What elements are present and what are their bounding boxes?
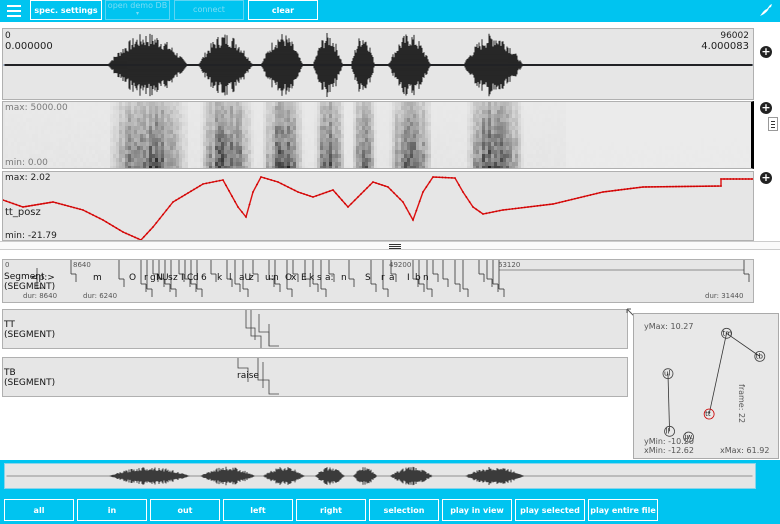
spec-settings-button[interactable]: spec. settings [30, 0, 102, 20]
tb-item-label[interactable]: raise [237, 371, 259, 381]
segment-duration: dur: 31440 [705, 292, 744, 300]
segment-item-label[interactable]: k [217, 273, 222, 283]
track-name-label: tt_posz [5, 207, 41, 218]
top-menu-bar: spec. settings open demo DB ▾ connect cl… [0, 0, 780, 22]
waveform-display[interactable] [3, 29, 754, 100]
time-start-label: 0.000000 [5, 41, 53, 52]
chevron-down-icon: ▾ [135, 10, 139, 17]
tb-level-name: TB [4, 368, 16, 378]
zoom-out-button[interactable]: out [150, 499, 220, 521]
drag-handle-icon[interactable] [389, 244, 401, 249]
emu-webapp: spec. settings open demo DB ▾ connect cl… [0, 0, 780, 524]
segment-level-panel[interactable]: Segment (SEGMENT) 0 8640 49200 63120 dur… [2, 259, 754, 303]
sample-start-label: 0 [5, 31, 11, 41]
segment-item-label[interactable]: m [93, 273, 102, 283]
time-end-label: 4.000083 [701, 41, 749, 52]
ema-sensor-label: tt [705, 410, 711, 418]
overview-waveform-display[interactable] [5, 464, 755, 488]
segment-tick: 8640 [73, 261, 91, 269]
segment-duration: dur: 6240 [83, 292, 118, 300]
segment-item-label[interactable]: 6 [201, 273, 207, 283]
segment-item-label[interactable]: a: [325, 273, 334, 283]
overview-waveform[interactable] [4, 463, 756, 489]
scroll-right-button[interactable]: right [296, 499, 366, 521]
spectrogram-display[interactable] [3, 102, 754, 169]
segment-item-label[interactable]: a [389, 273, 395, 283]
segment-item-label[interactable]: l [229, 273, 232, 283]
hamburger-menu-icon[interactable] [4, 0, 24, 20]
zoom-in-button[interactable]: in [77, 499, 147, 521]
play-entire-file-button[interactable]: play entire file [588, 499, 658, 521]
tt-level-panel[interactable]: TT (SEGMENT) [2, 309, 628, 349]
ema-sensor-label: ll [666, 427, 670, 435]
segment-item-label[interactable]: S [365, 273, 371, 283]
ema-sensor-label: tm [723, 329, 733, 337]
tt-posz-curve[interactable] [3, 172, 754, 241]
segment-item-label[interactable]: I [181, 273, 184, 283]
segment-item-label[interactable]: <p:> [31, 273, 55, 283]
segment-item-label[interactable]: z [249, 273, 254, 283]
ema-ymax-label: yMax: 10.27 [644, 322, 694, 331]
segment-item-label[interactable]: O [129, 273, 136, 283]
segment-tick: 49200 [389, 261, 412, 269]
spectrogram-max-label: max: 5000.00 [5, 103, 68, 113]
ema-xmax-label: xMax: 61.92 [720, 446, 770, 455]
track-min-label: min: -21.79 [5, 231, 57, 241]
track-max-label: max: 2.02 [5, 173, 51, 183]
segment-item-label[interactable]: I [407, 273, 410, 283]
segment-item-label[interactable]: n [273, 273, 279, 283]
ema-sensor-label: ul [664, 370, 670, 378]
open-demo-db-button[interactable]: open demo DB ▾ [105, 0, 170, 20]
tt-level-type: (SEGMENT) [4, 330, 56, 340]
segment-duration: dur: 8640 [23, 292, 58, 300]
spectrogram-panel[interactable]: max: 5000.00 min: 0.00 [2, 101, 754, 169]
bottom-menu-bar: all in out left right selection play in … [0, 460, 780, 524]
tt-level-name: TT [4, 320, 15, 330]
segment-level-type: (SEGMENT) [4, 282, 56, 292]
connect-button[interactable]: connect [174, 0, 244, 20]
segment-item-label[interactable]: z [173, 273, 178, 283]
tb-level-panel[interactable]: TB (SEGMENT) raise [2, 357, 628, 397]
panel-splitter[interactable] [0, 241, 780, 250]
segment-item-label[interactable]: n [341, 273, 347, 283]
ema-ymin-label: yMin: -10.20 [644, 437, 694, 446]
track-zoom-plus-icon[interactable]: + [760, 172, 772, 184]
ema-frame-label: frame: 22 [737, 384, 746, 424]
ema-2d-panel[interactable]: tm tb tt ul ll jw yMax: 10.27 yMin: -10.20 xM… [633, 313, 779, 459]
tb-level-canvas[interactable] [3, 358, 628, 397]
segment-item-label[interactable]: r [381, 273, 385, 283]
clear-button[interactable]: clear [248, 0, 318, 20]
zoom-selection-button[interactable]: selection [369, 499, 439, 521]
ssff-track-panel[interactable]: max: 2.02 tt_posz min: -21.79 [2, 171, 754, 241]
open-demo-db-label: open demo DB [107, 1, 168, 10]
segment-item-label[interactable]: g [150, 273, 156, 283]
play-selected-button[interactable]: play selected [515, 499, 585, 521]
spec-zoom-plus-icon[interactable]: + [760, 102, 772, 114]
segment-item-label[interactable]: x [291, 273, 296, 283]
segment-item-label[interactable]: r [144, 273, 148, 283]
ema-xmin-label: xMin: -12.62 [644, 446, 694, 455]
scroll-left-button[interactable]: left [223, 499, 293, 521]
ema-sensor-label: tb [756, 352, 764, 360]
segment-tick: 63120 [498, 261, 521, 269]
segment-item-label[interactable]: s [168, 273, 173, 283]
tb-level-type: (SEGMENT) [4, 378, 56, 388]
tt-level-canvas[interactable] [3, 310, 628, 349]
segment-item-label[interactable]: E [301, 273, 307, 283]
oscillogram-panel[interactable]: 0 0.000000 96002 4.000083 [2, 28, 754, 100]
segment-item-label[interactable]: s [317, 273, 322, 283]
segment-start-tick: 0 [5, 261, 10, 269]
emu-bird-logo-icon [760, 4, 772, 16]
side-panel-handle-icon[interactable] [768, 117, 778, 131]
zoom-all-button[interactable]: all [4, 499, 74, 521]
segment-item-label[interactable]: b [415, 273, 421, 283]
osc-zoom-plus-icon[interactable]: + [760, 46, 772, 58]
play-in-view-button[interactable]: play in view [442, 499, 512, 521]
segment-item-label[interactable]: k [309, 273, 314, 283]
sample-end-label: 96002 [720, 31, 749, 41]
segment-item-label[interactable]: d [193, 273, 199, 283]
spectrogram-min-label: min: 0.00 [5, 158, 48, 168]
segment-item-label[interactable]: n [423, 273, 429, 283]
